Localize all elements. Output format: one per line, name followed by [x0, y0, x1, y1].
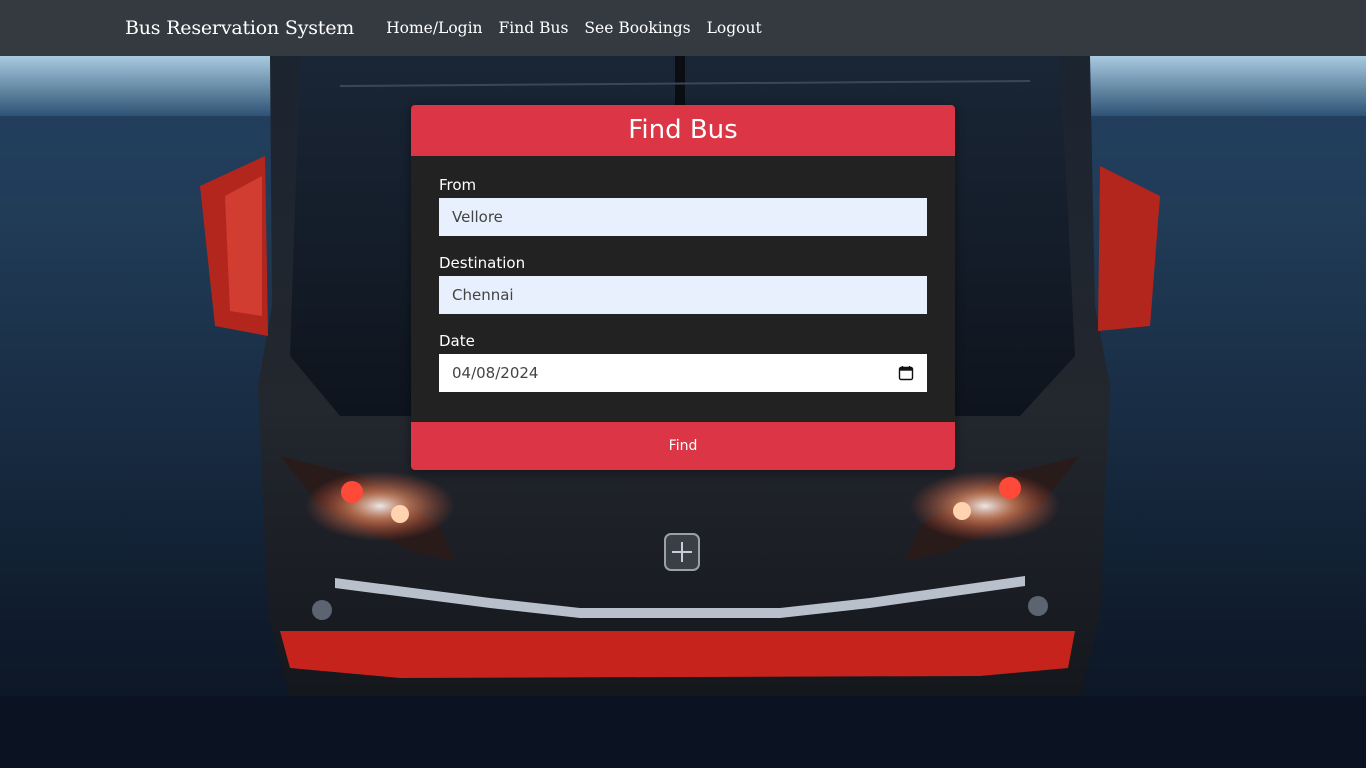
date-label: Date	[439, 332, 475, 350]
destination-group: Destination Chennai	[439, 254, 927, 314]
date-group: Date 04/08/2024	[439, 332, 927, 392]
destination-label: Destination	[439, 254, 526, 272]
nav-link-see-bookings[interactable]: See Bookings	[576, 19, 698, 37]
find-bus-card: Find Bus From Vellore Destination Chenna…	[411, 105, 955, 470]
nav-links: Home/Login Find Bus See Bookings Logout	[378, 19, 770, 37]
nav-link-home-login[interactable]: Home/Login	[378, 19, 490, 37]
nav-link-find-bus[interactable]: Find Bus	[491, 19, 577, 37]
date-input[interactable]: 04/08/2024	[439, 354, 927, 392]
destination-input[interactable]: Chennai	[439, 276, 927, 314]
find-bus-form: From Vellore Destination Chennai Date 04…	[411, 156, 955, 392]
card-title: Find Bus	[411, 105, 955, 156]
from-group: From Vellore	[439, 176, 927, 236]
destination-value: Chennai	[452, 286, 514, 304]
top-navbar: Bus Reservation System Home/Login Find B…	[0, 0, 1366, 56]
from-input[interactable]: Vellore	[439, 198, 927, 236]
brand-title[interactable]: Bus Reservation System	[125, 17, 354, 39]
from-value: Vellore	[452, 208, 503, 226]
calendar-icon[interactable]	[898, 365, 914, 381]
from-label: From	[439, 176, 477, 194]
find-button[interactable]: Find	[411, 422, 955, 470]
date-value: 04/08/2024	[452, 364, 539, 382]
nav-link-logout[interactable]: Logout	[699, 19, 770, 37]
